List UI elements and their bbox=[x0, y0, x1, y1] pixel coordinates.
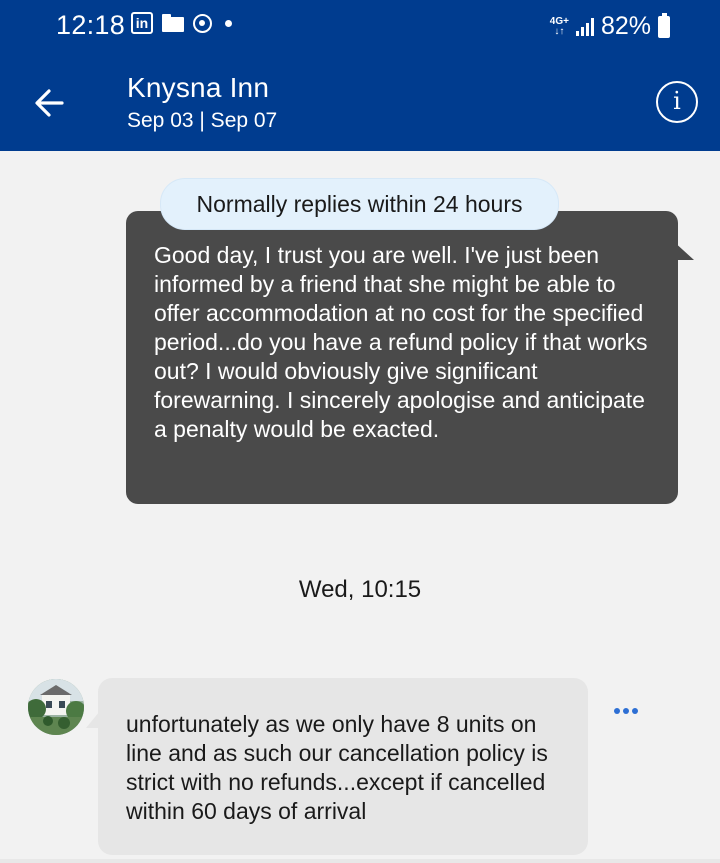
app-header: 12:18 in 4G+ ↓↑ 82% Knysna Inn Sep 03 | S… bbox=[0, 0, 720, 151]
signal-icon bbox=[575, 17, 594, 36]
back-button[interactable] bbox=[30, 83, 70, 123]
avatar[interactable] bbox=[28, 679, 84, 735]
more-dots-icon bbox=[614, 708, 620, 714]
incoming-message-text: unfortunately as we only have 8 units on… bbox=[126, 711, 548, 824]
outgoing-message-text: Good day, I trust you are well. I've jus… bbox=[154, 242, 648, 442]
outgoing-bubble-tail bbox=[672, 240, 694, 260]
info-button[interactable]: i bbox=[656, 81, 698, 123]
status-notification-icons: in bbox=[131, 12, 232, 34]
battery-icon bbox=[658, 12, 670, 38]
message-options-button[interactable] bbox=[610, 704, 642, 718]
more-dot bbox=[632, 708, 638, 714]
info-icon: i bbox=[673, 87, 681, 115]
hotel-avatar-image bbox=[28, 679, 84, 735]
response-time-text: Normally replies within 24 hours bbox=[196, 191, 523, 217]
bottom-divider bbox=[0, 859, 720, 863]
stay-dates: Sep 03 | Sep 07 bbox=[127, 109, 278, 132]
status-time: 12:18 bbox=[56, 10, 126, 40]
incoming-message-bubble: unfortunately as we only have 8 units on… bbox=[98, 678, 588, 855]
status-system-icons: 4G+ ↓↑ 82% bbox=[550, 12, 670, 41]
page-title: Knysna Inn bbox=[127, 72, 270, 103]
outgoing-message-bubble: Good day, I trust you are well. I've jus… bbox=[126, 211, 678, 504]
battery-percent: 82% bbox=[600, 12, 651, 40]
response-time-notice: Normally replies within 24 hours bbox=[161, 179, 558, 229]
conversation-title: Knysna Inn Sep 03 | Sep 07 bbox=[127, 72, 277, 133]
sync-circle-icon bbox=[193, 13, 212, 33]
day-separator: Wed, 10:15 bbox=[298, 576, 422, 603]
network-type: 4G+ ↓↑ bbox=[549, 15, 569, 37]
more-dot bbox=[623, 708, 629, 714]
arrow-left-icon bbox=[35, 89, 64, 117]
folder-icon bbox=[162, 14, 184, 32]
notification-dot-icon bbox=[225, 19, 232, 27]
linkedin-icon: in bbox=[131, 12, 153, 34]
